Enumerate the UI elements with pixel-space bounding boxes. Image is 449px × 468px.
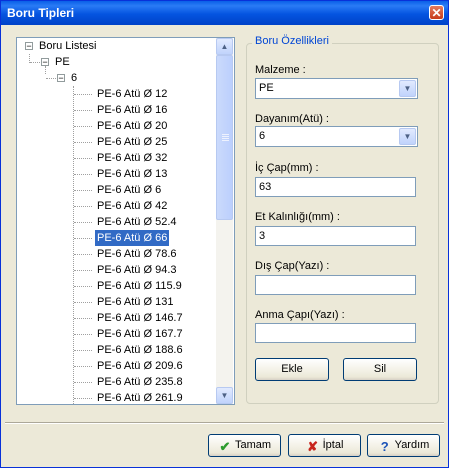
tree-leaf-item[interactable]: PE-6 Atü Ø 146.7 <box>97 310 183 326</box>
tree-connector <box>74 318 92 319</box>
tree-connector <box>74 126 92 127</box>
tree-connector <box>30 62 40 63</box>
grip-line <box>222 136 229 137</box>
pressure-select-value: 6 <box>259 130 266 142</box>
tree-leaf-item[interactable]: PE-6 Atü Ø 32 <box>97 150 167 166</box>
outer-diameter-label: Dış Çap(Yazı) : <box>255 260 330 272</box>
inner-diameter-label: İç Çap(mm) : <box>255 162 319 174</box>
grip-line <box>222 140 229 141</box>
tree-connector <box>74 174 92 175</box>
pressure-select[interactable]: 6 ▼ <box>255 126 418 147</box>
pressure-label: Dayanım(Atü) : <box>255 113 329 125</box>
dialog-window: Boru Tipleri ✕ − Boru Listesi − PE − 6 P… <box>0 0 449 468</box>
tree-leaf-item[interactable]: PE-6 Atü Ø 25 <box>97 134 167 150</box>
tree-leaf-item[interactable]: PE-6 Atü Ø 13 <box>97 166 167 182</box>
grip-line <box>222 138 229 139</box>
tree-leaf-item[interactable]: PE-6 Atü Ø 209.6 <box>97 358 183 374</box>
tree-connector <box>74 350 92 351</box>
wall-thickness-label: Et Kalınlığı(mm) : <box>255 211 340 223</box>
cross-icon: ✘ <box>307 439 319 454</box>
tree-content: − Boru Listesi − PE − 6 PE-6 Atü Ø 12 PE-… <box>17 38 216 404</box>
tree-connector <box>46 78 56 79</box>
scroll-thumb[interactable] <box>216 55 233 220</box>
pipe-tree[interactable]: − Boru Listesi − PE − 6 PE-6 Atü Ø 12 PE-… <box>16 37 235 405</box>
tree-leaf-item[interactable]: PE-6 Atü Ø 235.8 <box>97 374 183 390</box>
tree-connector <box>45 66 46 74</box>
chevron-down-icon[interactable]: ▼ <box>399 80 416 97</box>
tree-connector <box>74 286 92 287</box>
outer-diameter-field[interactable] <box>255 275 416 295</box>
tree-connector <box>74 158 92 159</box>
properties-group-title: Boru Özellikleri <box>252 35 332 47</box>
nominal-diameter-field[interactable] <box>255 323 416 343</box>
tree-connector <box>74 334 92 335</box>
inner-diameter-field[interactable]: 63 <box>255 177 416 197</box>
ok-button-label: Tamam <box>234 439 272 451</box>
tree-connector <box>74 190 92 191</box>
tree-connector <box>74 270 92 271</box>
tree-connector <box>74 94 92 95</box>
tree-leaf-item[interactable]: PE-6 Atü Ø 6 <box>97 182 161 198</box>
title-bar[interactable]: Boru Tipleri ✕ <box>1 1 448 25</box>
material-select[interactable]: PE ▼ <box>255 78 418 99</box>
tree-leaf-item[interactable]: PE-6 Atü Ø 131 <box>97 294 173 310</box>
tree-leaf-item[interactable]: PE-6 Atü Ø 66 <box>95 230 170 246</box>
chevron-down-icon[interactable]: ▼ <box>399 128 416 145</box>
tree-connector <box>74 382 92 383</box>
wall-thickness-field[interactable]: 3 <box>255 226 416 246</box>
tree-leaf-item[interactable]: PE-6 Atü Ø 261.9 <box>97 390 183 404</box>
cancel-button[interactable]: ✘ İptal <box>288 434 361 457</box>
tree-leaf-item[interactable]: PE-6 Atü Ø 12 <box>97 86 167 102</box>
tree-root[interactable]: Boru Listesi <box>39 38 96 54</box>
tree-leaf-item[interactable]: PE-6 Atü Ø 52.4 <box>97 214 177 230</box>
footer-divider <box>5 422 444 424</box>
help-button[interactable]: ? Yardım <box>367 434 440 457</box>
tree-connector <box>74 238 92 239</box>
tree-leaf-item[interactable]: PE-6 Atü Ø 115.9 <box>97 278 182 294</box>
nominal-diameter-label: Anma Çapı(Yazı) : <box>255 309 345 321</box>
tree-connector <box>74 110 92 111</box>
help-button-label: Yardım <box>394 439 430 451</box>
tree-leaf-item[interactable]: PE-6 Atü Ø 20 <box>97 118 167 134</box>
tree-leaf-item[interactable]: PE-6 Atü Ø 78.6 <box>97 246 177 262</box>
tree-leaf-item[interactable]: PE-6 Atü Ø 94.3 <box>97 262 177 278</box>
help-icon: ? <box>380 439 389 454</box>
tree-connector <box>74 206 92 207</box>
tree-connector <box>74 222 92 223</box>
material-select-value: PE <box>259 82 274 94</box>
tree-connector <box>74 302 92 303</box>
tree-node-pressure[interactable]: 6 <box>71 70 77 86</box>
material-label: Malzeme : <box>255 64 306 76</box>
ok-button[interactable]: ✔ Tamam <box>208 434 281 457</box>
close-button[interactable]: ✕ <box>429 5 444 20</box>
tree-connector <box>74 398 92 399</box>
tree-leaf-item[interactable]: PE-6 Atü Ø 167.7 <box>97 326 183 342</box>
delete-button[interactable]: Sil <box>343 358 417 381</box>
dialog-client: − Boru Listesi − PE − 6 PE-6 Atü Ø 12 PE-… <box>5 27 444 463</box>
tree-node-material[interactable]: PE <box>55 54 70 70</box>
collapse-pressure-icon[interactable]: − <box>57 74 65 83</box>
cancel-button-label: İptal <box>322 439 344 451</box>
tree-connector <box>74 366 92 367</box>
tree-leaf-item[interactable]: PE-6 Atü Ø 16 <box>97 102 167 118</box>
tree-connector <box>73 86 74 404</box>
checkmark-icon: ✔ <box>219 439 231 454</box>
add-button[interactable]: Ekle <box>255 358 329 381</box>
grip-line <box>222 134 229 135</box>
collapse-root-icon[interactable]: − <box>25 42 33 51</box>
tree-connector <box>74 142 92 143</box>
tree-leaf-item[interactable]: PE-6 Atü Ø 42 <box>97 198 167 214</box>
tree-scrollbar[interactable]: ▲ ▼ <box>216 38 233 404</box>
scroll-up-icon[interactable]: ▲ <box>216 38 233 55</box>
collapse-material-icon[interactable]: − <box>41 58 49 67</box>
tree-leaf-item[interactable]: PE-6 Atü Ø 188.6 <box>97 342 183 358</box>
tree-connector <box>74 254 92 255</box>
scroll-down-icon[interactable]: ▼ <box>216 387 233 404</box>
window-title: Boru Tipleri <box>7 6 75 20</box>
